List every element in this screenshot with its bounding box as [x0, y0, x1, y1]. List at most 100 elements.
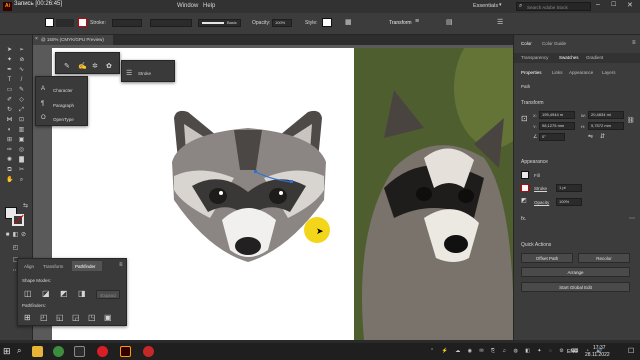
intersect-icon[interactable]: ◩ [60, 289, 68, 298]
recorder-icon[interactable] [143, 346, 154, 357]
panel-menu-icon[interactable]: ≡ [119, 262, 123, 268]
menu-help[interactable]: Help [203, 3, 215, 9]
stroke-color-swatch[interactable] [78, 18, 87, 27]
curvature-tool-icon[interactable]: ∿ [18, 67, 25, 74]
notification-icon[interactable]: ☐ [628, 347, 634, 355]
opentype-icon[interactable]: O [41, 115, 46, 121]
minus-front-icon[interactable]: ◪ [42, 289, 50, 298]
flip-vertical-icon[interactable]: ⇵ [600, 133, 605, 140]
eraser-tool-icon[interactable]: ◇ [18, 97, 25, 104]
tab-properties[interactable]: Properties [521, 70, 542, 75]
free-transform-tool-icon[interactable]: ⊡ [18, 117, 25, 124]
variable-width-field[interactable] [150, 19, 192, 27]
tab-gradient[interactable]: Gradient [586, 55, 603, 60]
blend-tool-icon[interactable]: ◎ [18, 147, 25, 154]
opacity-appearance-field[interactable]: 100% [556, 198, 582, 206]
character-icon[interactable]: A [41, 86, 45, 92]
width-tool-icon[interactable]: ⋈ [6, 117, 13, 124]
file-explorer-icon[interactable] [32, 346, 43, 357]
maximize-icon[interactable]: ☐ [611, 1, 616, 8]
panel-menu-icon[interactable]: ≡ [632, 40, 636, 46]
y-field[interactable]: 98,1275 mm [539, 122, 575, 130]
illustrator-taskbar-icon[interactable] [120, 346, 131, 357]
tab-transform[interactable]: Transform [43, 264, 63, 269]
line-tool-icon[interactable]: / [18, 77, 25, 84]
symbol-icon[interactable]: ✲ [92, 62, 98, 70]
opera-icon[interactable] [97, 346, 108, 357]
shape-builder-tool-icon[interactable]: ◐ [6, 127, 13, 134]
crop-icon[interactable]: ◲ [72, 313, 80, 322]
gradient-tool-icon[interactable]: ▣ [18, 137, 25, 144]
draw-mode-icon[interactable]: ◰ [12, 245, 19, 252]
graph-tool-icon[interactable]: ▇ [18, 157, 25, 164]
merge-icon[interactable]: ◱ [56, 313, 64, 322]
search-icon[interactable]: ⌕ [17, 346, 21, 356]
direct-selection-tool-icon[interactable]: ➢ [18, 47, 25, 54]
opentype-panel-label[interactable]: OpenType [53, 117, 74, 122]
close-icon[interactable]: ✕ [627, 1, 633, 9]
workspace-switcher[interactable]: Essentials [473, 3, 498, 9]
hand-tool-icon[interactable]: ✋ [6, 177, 13, 184]
tab-appearance[interactable]: Appearance [569, 70, 593, 75]
tab-align[interactable]: Align [24, 264, 34, 269]
stroke-panel-icon[interactable]: ☰ [126, 69, 132, 77]
tab-pathfinder[interactable]: Pathfinder [75, 264, 96, 269]
paragraph-panel-label[interactable]: Paragraph [53, 103, 74, 108]
color-mode-icon[interactable]: ■ [4, 232, 11, 239]
swap-colors-icon[interactable]: ⇆ [22, 203, 29, 210]
windows-start-icon[interactable]: ⊞ [3, 346, 11, 357]
stroke-appearance-label[interactable]: Stroke [534, 186, 547, 191]
opacity-field[interactable]: 100% [272, 19, 292, 27]
grid-icon[interactable]: ▦ [345, 18, 352, 26]
paintbrush-tool-icon[interactable]: ✎ [18, 87, 25, 94]
stroke-swatch[interactable] [12, 214, 24, 226]
expand-button[interactable]: Expand [96, 290, 120, 299]
brush-icon[interactable]: ✍ [78, 62, 87, 70]
stroke-weight-field[interactable] [112, 19, 142, 27]
stroke-panel-title[interactable]: Stroke [138, 71, 151, 76]
trim-icon[interactable]: ◰ [40, 313, 48, 322]
close-tab-icon[interactable]: × [35, 36, 38, 42]
offset-path-button[interactable]: Offset Path [521, 253, 573, 263]
arrange-button[interactable]: Arrange [521, 267, 630, 277]
slice-tool-icon[interactable]: ✂ [18, 167, 25, 174]
tab-transparency[interactable]: Transparency [521, 55, 548, 60]
more-options-icon[interactable]: ⋯ [629, 215, 635, 222]
none-mode-icon[interactable]: ⊘ [20, 232, 27, 239]
tab-links[interactable]: Links [552, 70, 563, 75]
menu-icon[interactable]: ☰ [497, 18, 503, 26]
character-panel-label[interactable]: Character [53, 88, 73, 93]
type-tool-icon[interactable]: T [6, 77, 13, 84]
graphic-styles-icon[interactable]: ✿ [106, 62, 112, 70]
eyedropper-tool-icon[interactable]: ✑ [6, 147, 13, 154]
minimize-icon[interactable]: – [596, 1, 600, 8]
opacity-appearance-label[interactable]: Opacity [534, 200, 549, 205]
rotate-tool-icon[interactable]: ↻ [6, 107, 13, 114]
flip-horizontal-icon[interactable]: ⇋ [588, 133, 593, 140]
link-icon[interactable]: ⛓ [627, 117, 635, 124]
outline-icon[interactable]: ◳ [88, 313, 96, 322]
pen-tool-icon[interactable]: ✒ [6, 67, 13, 74]
rectangle-tool-icon[interactable]: ▭ [6, 87, 13, 94]
paint-brush-icon[interactable]: ✎ [64, 62, 70, 70]
chrome-icon[interactable] [53, 346, 64, 357]
tab-layers[interactable]: Layers [602, 70, 616, 75]
angle-field[interactable]: 0° [539, 133, 565, 141]
w-field[interactable]: 20,4834 mi [588, 111, 624, 119]
zoom-tool-icon[interactable]: ⌕ [18, 177, 25, 184]
start-global-edit-button[interactable]: Start Global Edit [521, 282, 630, 292]
menu-window[interactable]: Window [177, 3, 198, 9]
scale-tool-icon[interactable]: ⤢ [18, 107, 25, 114]
tab-swatches[interactable]: Swatches [559, 55, 579, 60]
fx-button[interactable]: fx. [521, 216, 526, 222]
fill-color-swatch[interactable] [45, 18, 54, 27]
yandex-browser-icon[interactable] [74, 346, 85, 357]
perspective-grid-tool-icon[interactable]: ▥ [18, 127, 25, 134]
mesh-tool-icon[interactable]: ⊞ [6, 137, 13, 144]
align-icon[interactable]: ≡ [415, 18, 419, 25]
shaper-tool-icon[interactable]: ✐ [6, 97, 13, 104]
gradient-mode-icon[interactable]: ◧ [12, 232, 19, 239]
document-tab[interactable]: × @ 150% (CMYK/GPU Preview) [33, 35, 113, 45]
language-indicator[interactable]: ENG [567, 349, 578, 355]
search-stock-input[interactable]: ⌕ Search Adobe Stock [516, 2, 591, 11]
